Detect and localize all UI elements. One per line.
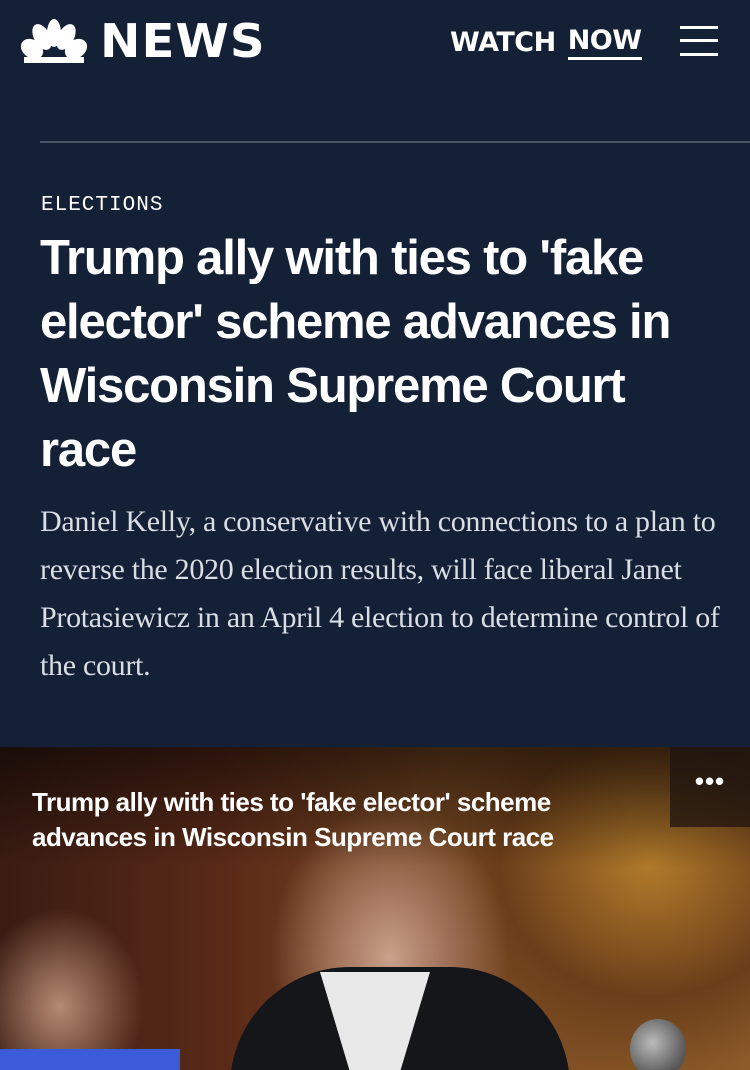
video-progress-bar[interactable] [0, 1049, 180, 1070]
article-category[interactable]: ELECTIONS [41, 194, 163, 217]
video-title: Trump ally with ties to 'fake elector' s… [32, 787, 554, 852]
video-frame-microphone [630, 1019, 686, 1070]
site-header: NEWS WATCH NOW [0, 0, 750, 90]
peacock-icon [20, 19, 88, 63]
more-options-button[interactable]: ••• [670, 747, 750, 827]
watch-label: WATCH [450, 27, 556, 58]
header-divider [40, 141, 750, 143]
now-label: NOW [567, 26, 642, 60]
watch-now-link[interactable]: WATCH NOW [450, 26, 642, 60]
article-dek: Daniel Kelly, a conservative with connec… [40, 505, 720, 682]
nbc-news-logo[interactable]: NEWS [20, 18, 265, 64]
logo-text: NEWS [100, 14, 266, 68]
video-player[interactable]: Trump ally with ties to 'fake elector' s… [0, 747, 750, 1070]
more-dots-icon: ••• [694, 766, 726, 796]
article-headline: Trump ally with ties to 'fake elector' s… [40, 231, 671, 477]
hamburger-icon[interactable] [680, 25, 718, 57]
